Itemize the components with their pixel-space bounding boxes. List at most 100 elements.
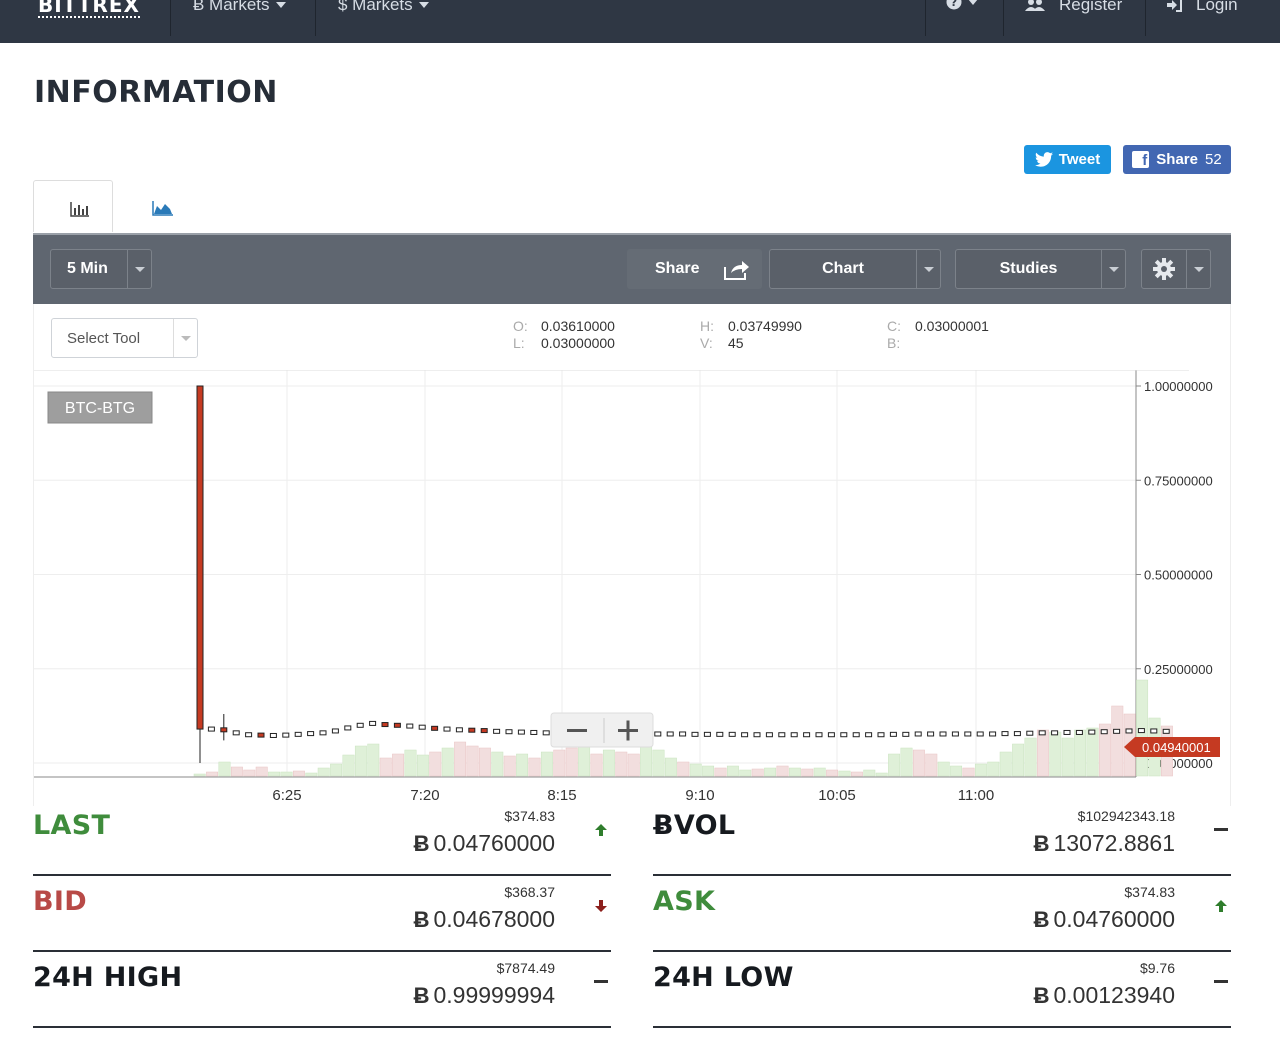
candle-body (282, 732, 290, 738)
volume-bar (454, 741, 467, 777)
stat-ask: ASK $374.83 Ƀ 0.04760000 (653, 876, 1231, 952)
volume-bar (664, 757, 677, 777)
page-title: INFORMATION (34, 75, 278, 110)
last-btc: Ƀ 0.04760000 (413, 830, 555, 856)
candle-body (989, 731, 997, 737)
nav-btc-markets[interactable]: Ƀ Markets (193, 0, 286, 16)
volume-bar (788, 767, 801, 777)
studies-dropdown[interactable]: Studies (955, 249, 1126, 289)
interval-dropdown[interactable]: 5 Min (50, 249, 152, 289)
candle-body (815, 732, 823, 738)
candle-body (1137, 728, 1145, 734)
volume-bar (826, 769, 839, 777)
chart-toolbar: 5 Min Share Chart Studies (33, 233, 1231, 304)
volume-bar (553, 749, 566, 777)
candle-body (356, 722, 364, 728)
candle-body (889, 731, 897, 737)
bar-chart-icon (70, 202, 89, 217)
volume-bar (1086, 727, 1099, 777)
candle-body (393, 722, 401, 728)
volume-bar (1024, 737, 1037, 777)
volume-bar (565, 747, 578, 777)
candle-body (418, 724, 426, 730)
dash-icon (591, 972, 611, 992)
candle-body (827, 732, 835, 738)
volume-bar (367, 743, 380, 777)
select-tool-dropdown[interactable]: Select Tool (51, 318, 198, 358)
volume-bar (925, 753, 938, 777)
candle-body (1100, 729, 1108, 735)
volume-bar (392, 753, 405, 777)
tweet-label: Tweet (1058, 151, 1101, 168)
chevron-down-icon (275, 2, 286, 8)
volume-bar (739, 769, 752, 777)
volume-bar (491, 751, 504, 777)
volume-bar (1049, 731, 1062, 777)
volume-bar (416, 754, 429, 777)
price-chart[interactable]: 1.00000000 0.75000000 0.50000000 0.25000000… (33, 370, 1231, 806)
bvol-label: ɃVOL (653, 810, 736, 841)
chart-type-dropdown[interactable]: Chart (769, 249, 941, 289)
candlestick-chart[interactable]: 1.00000000 0.75000000 0.50000000 0.25000000… (34, 370, 1230, 806)
volume-bar (962, 767, 975, 777)
tab-candlestick-chart[interactable] (33, 180, 113, 232)
login-link: Login (1196, 0, 1238, 14)
chevron-down-icon (173, 319, 197, 357)
bvol-usd: $102942343.18 (1077, 808, 1175, 824)
volume-bar (714, 767, 727, 777)
close-value: 0.03000001 (915, 318, 989, 334)
volume-bar (850, 771, 863, 777)
candle-body (1026, 730, 1034, 736)
candle-body (468, 727, 476, 733)
nav-help[interactable]: ? (946, 0, 978, 10)
candle-body (803, 732, 811, 738)
candle-body (1162, 728, 1170, 734)
dash-icon (1211, 820, 1231, 840)
ohlc-close-bid: C: 0.03000001 B: (887, 318, 989, 351)
nav-usd-markets-label: $ Markets (338, 0, 413, 14)
nav-usd-markets[interactable]: $ Markets (338, 0, 429, 16)
brand-logo[interactable]: BITTREX (38, 0, 140, 18)
volume-bar (268, 771, 281, 777)
bitcoin-icon: Ƀ (413, 907, 430, 932)
sign-in-icon (1167, 0, 1182, 12)
candle-body (939, 731, 947, 737)
candle-body (1088, 729, 1096, 735)
volume-bar (330, 763, 343, 777)
candle-body (703, 731, 711, 737)
volume-bar (466, 745, 479, 777)
nav-divider (925, 0, 926, 36)
nav-login[interactable]: Login (1166, 0, 1238, 16)
volume-bar (801, 768, 814, 777)
settings-dropdown[interactable] (1141, 249, 1211, 289)
facebook-share-button[interactable]: f Share 52 (1123, 145, 1231, 174)
high-label: 24H HIGH (33, 962, 183, 993)
volume-value: 45 (728, 335, 744, 351)
tab-depth-chart[interactable] (120, 180, 205, 232)
nav-register[interactable]: Register (1025, 0, 1122, 16)
candle-body (493, 728, 501, 734)
share-chart-button[interactable]: Share (627, 249, 762, 289)
candle-body (319, 730, 327, 736)
zoom-in-icon[interactable] (626, 720, 630, 741)
candle-body (207, 726, 215, 732)
high-usd: $7874.49 (496, 960, 555, 976)
volume-bar (1111, 705, 1124, 777)
candle-body (1125, 728, 1133, 734)
chevron-down-icon (968, 0, 978, 5)
candle-body (1150, 728, 1158, 734)
register-link: Register (1059, 0, 1123, 14)
tweet-button[interactable]: Tweet (1024, 145, 1111, 174)
ask-label: ASK (653, 886, 716, 917)
volume-bar (317, 767, 330, 777)
volume-bar (875, 772, 888, 777)
zoom-out-icon[interactable] (567, 729, 587, 732)
share-arrow-icon (724, 261, 749, 280)
candle-body (307, 731, 315, 737)
candle-body (257, 732, 265, 738)
ohlc-open-low: O: 0.03610000 L: 0.03000000 (513, 318, 615, 351)
svg-text:?: ? (951, 0, 957, 9)
studies-label: Studies (999, 260, 1058, 277)
chart-type-label: Chart (822, 260, 864, 277)
select-tool-label: Select Tool (67, 329, 141, 347)
